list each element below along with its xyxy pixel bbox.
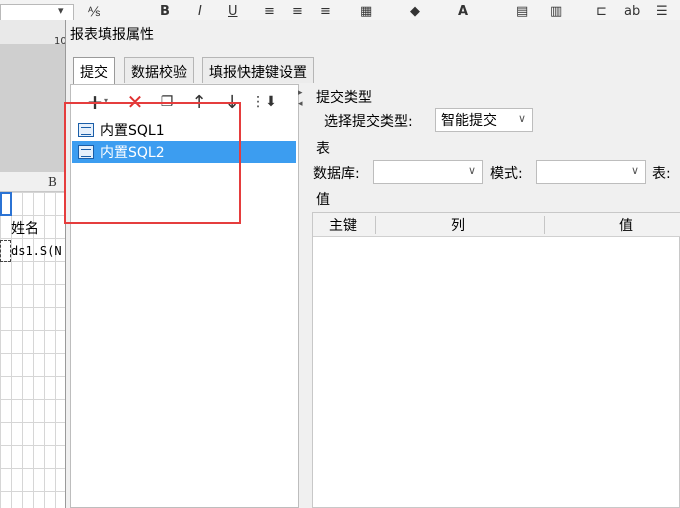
submit-type-label: 选择提交类型:: [324, 114, 413, 130]
submit-type-select[interactable]: 智能提交 ∨: [435, 108, 533, 132]
underline-icon[interactable]: U: [228, 4, 238, 19]
database-label: 数据库:: [313, 166, 360, 182]
schema-label: 模式:: [490, 166, 523, 182]
database-select[interactable]: ∨: [373, 160, 483, 184]
cell-marker: [0, 240, 11, 262]
menu-icon[interactable]: ☰: [656, 4, 668, 19]
table-section-title: 表: [316, 141, 330, 157]
sheet-margin-area: [0, 44, 70, 172]
value-table[interactable]: [312, 212, 680, 508]
column-b-label[interactable]: B: [48, 175, 57, 189]
submit-type-value: 智能提交: [441, 113, 497, 129]
tab-submit[interactable]: 提交: [73, 57, 115, 84]
font-color-icon[interactable]: A: [458, 4, 468, 19]
paint-format-icon[interactable]: ⅍: [88, 4, 100, 20]
chevron-down-icon[interactable]: ∨: [631, 164, 639, 177]
chevron-down-icon[interactable]: ∨: [518, 112, 526, 125]
column-header-column[interactable]: 列: [451, 215, 465, 235]
align-right-icon[interactable]: ≡: [320, 4, 331, 19]
dialog-title: 报表填报属性: [70, 27, 154, 43]
row-icon[interactable]: ⊏: [596, 4, 607, 19]
align-center-icon[interactable]: ≡: [292, 4, 303, 19]
column-divider[interactable]: [544, 216, 545, 234]
background-toolbar: [0, 0, 680, 20]
bold-icon[interactable]: B: [160, 4, 170, 19]
schema-select[interactable]: ∨: [536, 160, 646, 184]
column-header-primary-key[interactable]: 主键: [329, 215, 357, 235]
column-divider[interactable]: [375, 216, 376, 234]
italic-icon[interactable]: I: [198, 4, 202, 19]
merge-icon[interactable]: ▤: [516, 4, 528, 19]
column-header-value[interactable]: 值: [619, 215, 633, 235]
split-icon[interactable]: ▥: [550, 4, 562, 19]
collapse-arrows-icon[interactable]: ▸ ◂: [298, 88, 303, 110]
sort-icon[interactable]: ⋮⬇: [251, 91, 277, 113]
selected-cell[interactable]: [0, 192, 12, 216]
value-section-title: 值: [316, 192, 330, 208]
fill-color-icon[interactable]: ◆: [410, 4, 420, 19]
column-header[interactable]: [0, 172, 70, 192]
tab-shortcut-settings[interactable]: 填报快捷键设置: [202, 57, 314, 83]
submit-type-section-title: 提交类型: [316, 90, 372, 106]
border-icon[interactable]: ▦: [360, 4, 372, 19]
cell-ds[interactable]: ds1.S(N: [11, 244, 62, 258]
chevron-down-icon[interactable]: ▾: [58, 4, 64, 17]
chevron-down-icon[interactable]: ∨: [468, 164, 476, 177]
highlight-box: [64, 102, 241, 224]
text-direction-icon[interactable]: ab: [624, 4, 640, 19]
table-label: 表:: [652, 166, 671, 182]
cell-name[interactable]: 姓名: [11, 218, 39, 238]
tab-data-validation[interactable]: 数据校验: [124, 57, 194, 83]
align-left-icon[interactable]: ≡: [264, 4, 275, 19]
